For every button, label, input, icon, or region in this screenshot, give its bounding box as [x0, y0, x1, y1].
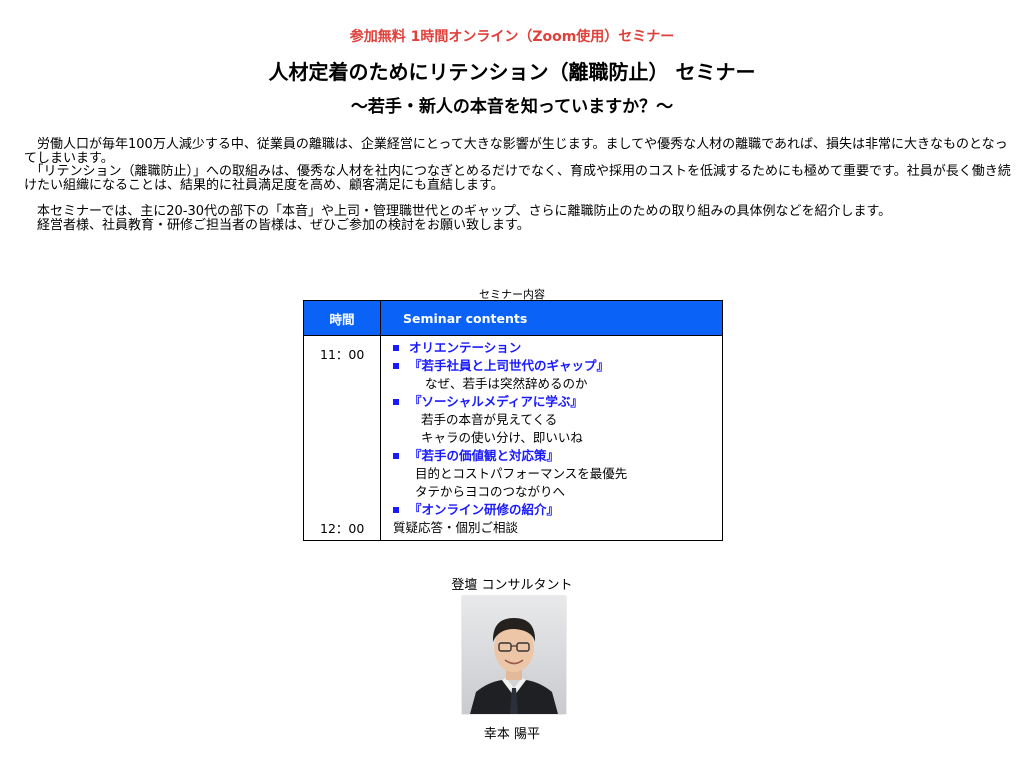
consultant-photo — [462, 596, 566, 714]
agenda-topic: 『オンライン研修の紹介』 — [393, 501, 722, 519]
blue-square-bullet-icon — [393, 362, 399, 369]
seminar-kicker: 参加無料 1時間オンライン（Zoom使用）セミナー — [349, 29, 675, 45]
intro-paragraph-1: 労働人口が毎年100万人減少する中、従業員の離職は、企業経営にとって大きな影響が… — [24, 137, 1008, 166]
intro-paragraph-3: 本セミナーでは、主に20-30代の部下の「本音」や上司・管理職世代とのギャップ、… — [24, 204, 892, 219]
end-time: 12：00 — [320, 521, 365, 536]
agenda-detail: 質疑応答・個別ご相談 — [393, 520, 519, 535]
intro-paragraph-4: 経営者様、社員教育・研修ご担当者の皆様は、ぜひご参加の検討をお願い致します。 — [24, 217, 530, 233]
agenda-topic-label: 『若手の価値観と対応策』 — [409, 448, 560, 463]
agenda-detail: 目的とコストパフォーマンスを最優先 — [415, 466, 628, 481]
consultant-portrait-image — [462, 596, 566, 714]
contents-cell: オリエンテーション 『若手社員と上司世代のギャップ』 なぜ、若手は突然辞めるのか… — [381, 336, 722, 541]
intro-text: 労働人口が毎年100万人減少する中、従業員の離職は、企業経営にとって大きな影響が… — [24, 138, 1014, 232]
page-subtitle: ～若手・新人の本音を知っていますか？～ — [350, 97, 674, 117]
table-body-row: 11：00 12：00 オリエンテーション 『若手社員と上司世代のギャップ』 な… — [304, 336, 722, 541]
agenda-detail: 若手の本音が見えてくる — [421, 412, 558, 427]
blue-square-bullet-icon — [393, 452, 399, 459]
page-title: 人材定着のためにリテンション（離職防止） セミナー — [268, 60, 756, 84]
agenda-detail: タテからヨコのつながりへ — [415, 484, 566, 499]
header-time: 時間 — [304, 301, 381, 335]
agenda-topic-label: 『若手社員と上司世代のギャップ』 — [409, 358, 610, 373]
blue-square-bullet-icon — [393, 344, 399, 351]
agenda-topic-label: 『ソーシャルメディアに学ぶ』 — [409, 394, 583, 409]
intro-paragraph-2: 「リテンション（離職防止）」への取組みは、優秀な人材を社内につなぎとめるだけでな… — [24, 164, 1011, 193]
seminar-schedule-table: 時間 Seminar contents 11：00 12：00 オリエンテーショ… — [303, 300, 723, 541]
agenda-topic-label: 『オンライン研修の紹介』 — [409, 502, 560, 517]
consultant-label: 登壇 コンサルタント — [451, 578, 573, 593]
blue-square-bullet-icon — [393, 506, 399, 513]
agenda-topic: 『若手社員と上司世代のギャップ』 — [393, 357, 722, 375]
blue-square-bullet-icon — [393, 398, 399, 405]
agenda-topic-label: オリエンテーション — [409, 340, 522, 355]
agenda-detail: キャラの使い分け、即いいね — [421, 430, 583, 445]
agenda-topic: 『若手の価値観と対応策』 — [393, 447, 722, 465]
agenda-topic: 『ソーシャルメディアに学ぶ』 — [393, 393, 722, 411]
header-contents: Seminar contents — [403, 310, 528, 326]
start-time: 11：00 — [320, 347, 365, 362]
time-cell: 11：00 12：00 — [304, 336, 381, 541]
table-header-row: 時間 Seminar contents — [304, 301, 722, 336]
consultant-name: 幸本 陽平 — [483, 727, 541, 742]
agenda-detail: なぜ、若手は突然辞めるのか — [425, 376, 588, 391]
agenda-topic: オリエンテーション — [393, 339, 722, 357]
